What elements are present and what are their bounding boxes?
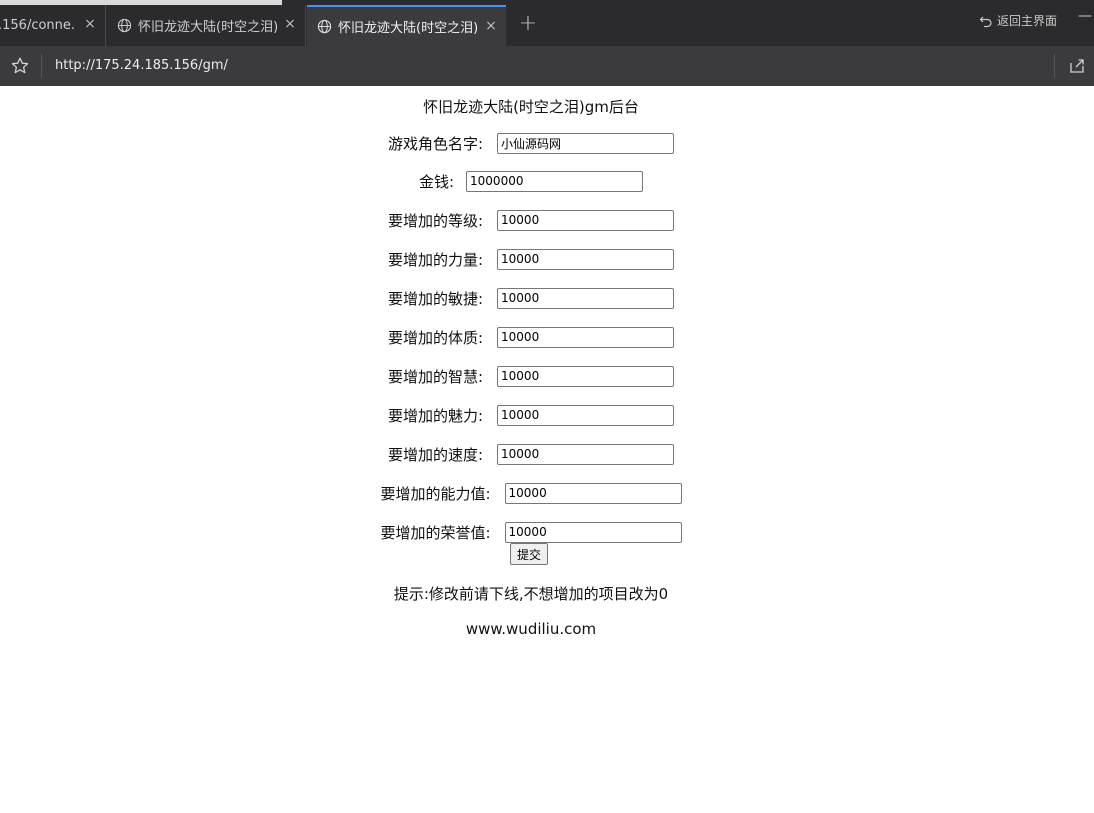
money-input[interactable] — [466, 170, 644, 192]
form-row-strength: 要增加的力量: — [0, 248, 1062, 270]
field-label: 金钱: — [418, 172, 455, 191]
wisdom-input[interactable] — [497, 365, 675, 387]
speed-input[interactable] — [497, 443, 675, 465]
page-content: 怀旧龙迹大陆(时空之泪)gm后台 游戏角色名字: 金钱: 要增加的等级: 要增加… — [0, 86, 1094, 813]
form-row-name: 游戏角色名字: — [0, 132, 1062, 154]
field-label: 要增加的智慧: — [387, 367, 484, 386]
field-label: 要增加的能力值: — [380, 484, 491, 503]
page-title: 怀旧龙迹大陆(时空之泪)gm后台 — [423, 98, 639, 116]
close-icon[interactable]: × — [83, 17, 97, 31]
return-home-button[interactable]: 返回主界面 — [979, 12, 1057, 29]
url-field[interactable]: http://175.24.185.156/gm/ — [55, 58, 228, 73]
tab-gm-1[interactable]: 怀旧龙迹大陆(时空之泪)... × — [107, 5, 306, 46]
return-home-label: 返回主界面 — [997, 14, 1058, 28]
form-row-ability: 要增加的能力值: — [0, 482, 1062, 504]
ability-input[interactable] — [504, 482, 682, 504]
tab-connect[interactable]: .156/conne... × — [0, 5, 106, 46]
website-text: www.wudiliu.com — [465, 620, 597, 638]
close-icon[interactable]: × — [283, 17, 297, 31]
form-row-agility: 要增加的敏捷: — [0, 287, 1062, 309]
character-name-input[interactable] — [497, 132, 675, 154]
submit-button[interactable]: 提交 — [510, 543, 549, 565]
tab-bar: .156/conne... × 怀旧龙迹大陆(时空之泪)... × 怀旧龙迹大陆… — [0, 0, 1094, 46]
tip-text: 提示:修改前请下线,不想增加的项目改为0 — [393, 585, 669, 603]
form-row-speed: 要增加的速度: — [0, 443, 1062, 465]
tab-gm-active[interactable]: 怀旧龙迹大陆(时空之泪)... × — [307, 5, 506, 46]
favorite-star-icon[interactable] — [10, 56, 30, 76]
tab-label: 怀旧龙迹大陆(时空之泪)... — [138, 20, 278, 35]
agility-input[interactable] — [497, 287, 675, 309]
share-icon[interactable] — [1068, 57, 1086, 75]
strength-input[interactable] — [497, 248, 675, 270]
field-label: 要增加的荣誉值: — [380, 523, 491, 542]
new-tab-button[interactable]: + — [517, 13, 539, 36]
field-label: 游戏角色名字: — [387, 134, 484, 153]
form-row-level: 要增加的等级: — [0, 209, 1062, 231]
background-strip — [0, 0, 282, 5]
minimize-button[interactable]: — — [1078, 8, 1092, 24]
form-row-charm: 要增加的魅力: — [0, 404, 1062, 426]
form-row-wisdom: 要增加的智慧: — [0, 365, 1062, 387]
tab-label: .156/conne... — [0, 18, 76, 33]
address-bar: http://175.24.185.156/gm/ — [0, 46, 1094, 86]
form-row-honor: 要增加的荣誉值: — [0, 521, 1062, 543]
tab-label: 怀旧龙迹大陆(时空之泪)... — [338, 21, 478, 36]
divider — [1054, 54, 1055, 78]
field-label: 要增加的力量: — [387, 250, 484, 269]
form-row-constitution: 要增加的体质: — [0, 326, 1062, 348]
undo-icon — [979, 16, 992, 27]
globe-icon — [317, 19, 332, 34]
honor-input[interactable] — [504, 521, 682, 543]
field-label: 要增加的魅力: — [387, 406, 484, 425]
field-label: 要增加的速度: — [387, 445, 484, 464]
field-label: 要增加的敏捷: — [387, 289, 484, 308]
divider — [41, 54, 42, 78]
field-label: 要增加的等级: — [387, 211, 484, 230]
form-row-money: 金钱: — [0, 170, 1062, 192]
constitution-input[interactable] — [497, 326, 675, 348]
close-icon[interactable]: × — [484, 19, 498, 33]
level-input[interactable] — [497, 209, 675, 231]
globe-icon — [117, 18, 132, 33]
field-label: 要增加的体质: — [387, 328, 484, 347]
charm-input[interactable] — [497, 404, 675, 426]
